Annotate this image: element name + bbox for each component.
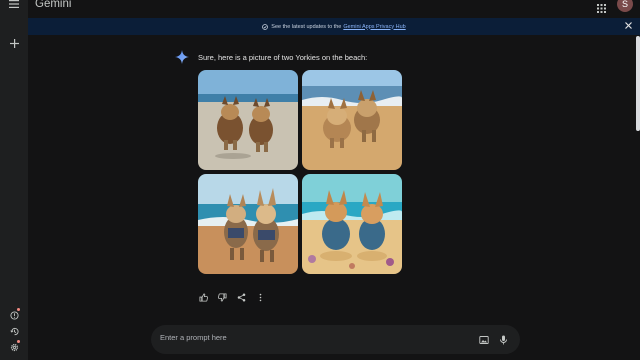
activity-icon <box>9 327 19 335</box>
privacy-hub-link[interactable]: Gemini Apps Privacy Hub <box>343 24 405 30</box>
upload-image-button[interactable] <box>477 333 490 346</box>
gemini-sparkle-icon <box>175 50 189 64</box>
microphone-icon <box>500 335 507 344</box>
share-button[interactable] <box>234 290 248 304</box>
thumb-up-button[interactable] <box>196 290 210 304</box>
yorkies-beach-image-1 <box>198 70 298 170</box>
app-title[interactable]: Gemini <box>35 0 71 10</box>
response-actions <box>196 290 267 304</box>
info-icon <box>262 23 269 30</box>
generated-image-4[interactable] <box>302 174 402 274</box>
generated-image-1[interactable] <box>198 70 298 170</box>
settings-icon <box>10 343 18 351</box>
banner-close-button[interactable] <box>625 22 634 31</box>
scrollbar-thumb[interactable] <box>636 36 640 131</box>
generated-image-2[interactable] <box>302 70 402 170</box>
prompt-input[interactable] <box>160 333 460 342</box>
notification-dot <box>17 308 20 311</box>
settings-button[interactable] <box>4 337 24 357</box>
menu-button[interactable] <box>4 0 24 14</box>
more-vert-icon <box>259 293 261 301</box>
more-options-button[interactable] <box>253 290 267 304</box>
banner-text: See the latest updates to the <box>271 23 342 30</box>
microphone-button[interactable] <box>497 333 510 346</box>
yorkies-beach-image-2 <box>302 70 402 170</box>
new-chat-button[interactable] <box>4 33 24 53</box>
yorkies-beach-image-3 <box>198 174 298 274</box>
avatar[interactable]: S <box>617 0 633 12</box>
thumb-up-icon <box>198 292 208 302</box>
google-apps-button[interactable] <box>597 0 609 13</box>
apps-grid-icon <box>597 4 606 13</box>
top-bar: Gemini S <box>28 0 640 18</box>
generated-image-3[interactable] <box>198 174 298 274</box>
menu-icon <box>9 0 19 8</box>
thumb-down-button[interactable] <box>215 290 229 304</box>
thumb-down-icon <box>217 292 227 302</box>
privacy-banner: See the latest updates to the Gemini App… <box>28 18 640 35</box>
settings-notification-dot <box>17 340 20 343</box>
yorkies-beach-image-4 <box>302 174 402 274</box>
add-image-icon <box>478 335 489 344</box>
close-icon <box>625 22 632 29</box>
response-text: Sure, here is a picture of two Yorkies o… <box>198 53 368 62</box>
share-icon <box>237 293 245 301</box>
help-icon <box>9 310 19 320</box>
new-chat-icon <box>9 38 19 48</box>
prompt-bar <box>151 325 520 354</box>
sidebar <box>0 0 28 360</box>
